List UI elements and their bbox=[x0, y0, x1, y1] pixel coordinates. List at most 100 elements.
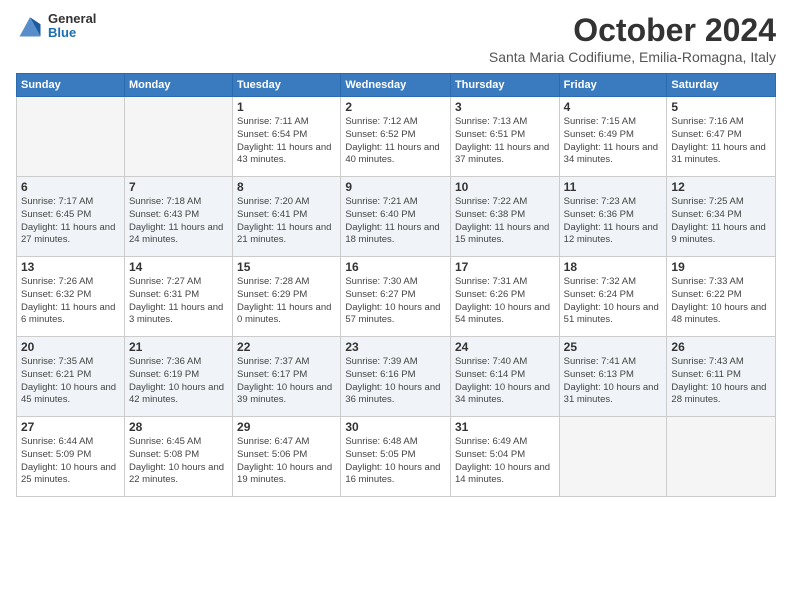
day-number: 28 bbox=[129, 420, 228, 434]
table-row: 3 Sunrise: 7:13 AMSunset: 6:51 PMDaylight… bbox=[450, 97, 559, 177]
day-info: Sunrise: 6:47 AMSunset: 5:06 PMDaylight:… bbox=[237, 436, 336, 487]
table-row bbox=[559, 417, 667, 497]
day-number: 26 bbox=[671, 340, 771, 354]
day-number: 31 bbox=[455, 420, 555, 434]
table-row: 17Sunrise: 7:31 AMSunset: 6:26 PMDayligh… bbox=[450, 257, 559, 337]
day-number: 29 bbox=[237, 420, 336, 434]
day-number: 5 bbox=[671, 100, 771, 114]
day-number: 23 bbox=[345, 340, 446, 354]
col-thursday: Thursday bbox=[450, 74, 559, 97]
day-number: 10 bbox=[455, 180, 555, 194]
table-row: 2 Sunrise: 7:12 AMSunset: 6:52 PMDaylight… bbox=[341, 97, 451, 177]
table-row: 30 Sunrise: 6:48 AMSunset: 5:05 PMDayligh… bbox=[341, 417, 451, 497]
calendar-header-row: Sunday Monday Tuesday Wednesday Thursday… bbox=[17, 74, 776, 97]
col-friday: Friday bbox=[559, 74, 667, 97]
logo-line2: Blue bbox=[48, 26, 96, 40]
day-number: 6 bbox=[21, 180, 120, 194]
day-info: Sunrise: 7:18 AMSunset: 6:43 PMDaylight:… bbox=[129, 196, 228, 247]
table-row: 18Sunrise: 7:32 AMSunset: 6:24 PMDayligh… bbox=[559, 257, 667, 337]
logo-line1: General bbox=[48, 12, 96, 26]
day-number: 20 bbox=[21, 340, 120, 354]
title-block: October 2024 Santa Maria Codifiume, Emil… bbox=[489, 12, 776, 65]
day-number: 21 bbox=[129, 340, 228, 354]
day-number: 16 bbox=[345, 260, 446, 274]
day-info: Sunrise: 7:23 AMSunset: 6:36 PMDaylight:… bbox=[564, 196, 663, 247]
day-number: 27 bbox=[21, 420, 120, 434]
day-number: 15 bbox=[237, 260, 336, 274]
day-info: Sunrise: 6:45 AMSunset: 5:08 PMDaylight:… bbox=[129, 436, 228, 487]
col-monday: Monday bbox=[124, 74, 232, 97]
day-info: Sunrise: 7:16 AMSunset: 6:47 PMDaylight:… bbox=[671, 116, 771, 167]
day-info: Sunrise: 7:30 AMSunset: 6:27 PMDaylight:… bbox=[345, 276, 446, 327]
day-info: Sunrise: 7:36 AMSunset: 6:19 PMDaylight:… bbox=[129, 356, 228, 407]
day-info: Sunrise: 7:22 AMSunset: 6:38 PMDaylight:… bbox=[455, 196, 555, 247]
calendar-row: 6 Sunrise: 7:17 AMSunset: 6:45 PMDaylight… bbox=[17, 177, 776, 257]
day-number: 25 bbox=[564, 340, 663, 354]
table-row bbox=[17, 97, 125, 177]
day-number: 24 bbox=[455, 340, 555, 354]
day-info: Sunrise: 7:39 AMSunset: 6:16 PMDaylight:… bbox=[345, 356, 446, 407]
day-number: 9 bbox=[345, 180, 446, 194]
table-row: 6 Sunrise: 7:17 AMSunset: 6:45 PMDaylight… bbox=[17, 177, 125, 257]
day-info: Sunrise: 7:20 AMSunset: 6:41 PMDaylight:… bbox=[237, 196, 336, 247]
day-info: Sunrise: 7:17 AMSunset: 6:45 PMDaylight:… bbox=[21, 196, 120, 247]
day-number: 17 bbox=[455, 260, 555, 274]
table-row: 4 Sunrise: 7:15 AMSunset: 6:49 PMDaylight… bbox=[559, 97, 667, 177]
table-row: 29 Sunrise: 6:47 AMSunset: 5:06 PMDayligh… bbox=[233, 417, 341, 497]
day-info: Sunrise: 7:15 AMSunset: 6:49 PMDaylight:… bbox=[564, 116, 663, 167]
table-row bbox=[124, 97, 232, 177]
day-info: Sunrise: 7:25 AMSunset: 6:34 PMDaylight:… bbox=[671, 196, 771, 247]
day-info: Sunrise: 7:41 AMSunset: 6:13 PMDaylight:… bbox=[564, 356, 663, 407]
day-info: Sunrise: 6:49 AMSunset: 5:04 PMDaylight:… bbox=[455, 436, 555, 487]
day-number: 4 bbox=[564, 100, 663, 114]
table-row: 12 Sunrise: 7:25 AMSunset: 6:34 PMDayligh… bbox=[667, 177, 776, 257]
table-row: 20Sunrise: 7:35 AMSunset: 6:21 PMDayligh… bbox=[17, 337, 125, 417]
day-number: 1 bbox=[237, 100, 336, 114]
table-row: 11Sunrise: 7:23 AMSunset: 6:36 PMDayligh… bbox=[559, 177, 667, 257]
calendar-table: Sunday Monday Tuesday Wednesday Thursday… bbox=[16, 73, 776, 497]
logo: General Blue bbox=[16, 12, 96, 41]
table-row: 9Sunrise: 7:21 AMSunset: 6:40 PMDaylight… bbox=[341, 177, 451, 257]
day-number: 8 bbox=[237, 180, 336, 194]
table-row: 19 Sunrise: 7:33 AMSunset: 6:22 PMDayligh… bbox=[667, 257, 776, 337]
calendar-row: 20Sunrise: 7:35 AMSunset: 6:21 PMDayligh… bbox=[17, 337, 776, 417]
day-info: Sunrise: 7:28 AMSunset: 6:29 PMDaylight:… bbox=[237, 276, 336, 327]
col-wednesday: Wednesday bbox=[341, 74, 451, 97]
logo-icon bbox=[16, 12, 44, 40]
table-row: 13Sunrise: 7:26 AMSunset: 6:32 PMDayligh… bbox=[17, 257, 125, 337]
day-number: 14 bbox=[129, 260, 228, 274]
table-row: 8 Sunrise: 7:20 AMSunset: 6:41 PMDaylight… bbox=[233, 177, 341, 257]
day-number: 13 bbox=[21, 260, 120, 274]
table-row: 24 Sunrise: 7:40 AMSunset: 6:14 PMDayligh… bbox=[450, 337, 559, 417]
day-number: 22 bbox=[237, 340, 336, 354]
day-info: Sunrise: 7:11 AMSunset: 6:54 PMDaylight:… bbox=[237, 116, 336, 167]
day-info: Sunrise: 7:12 AMSunset: 6:52 PMDaylight:… bbox=[345, 116, 446, 167]
table-row: 27Sunrise: 6:44 AMSunset: 5:09 PMDayligh… bbox=[17, 417, 125, 497]
table-row: 7 Sunrise: 7:18 AMSunset: 6:43 PMDaylight… bbox=[124, 177, 232, 257]
calendar-row: 27Sunrise: 6:44 AMSunset: 5:09 PMDayligh… bbox=[17, 417, 776, 497]
day-number: 12 bbox=[671, 180, 771, 194]
col-tuesday: Tuesday bbox=[233, 74, 341, 97]
day-info: Sunrise: 7:13 AMSunset: 6:51 PMDaylight:… bbox=[455, 116, 555, 167]
table-row: 5 Sunrise: 7:16 AMSunset: 6:47 PMDaylight… bbox=[667, 97, 776, 177]
table-row: 14 Sunrise: 7:27 AMSunset: 6:31 PMDayligh… bbox=[124, 257, 232, 337]
day-number: 3 bbox=[455, 100, 555, 114]
day-info: Sunrise: 6:48 AMSunset: 5:05 PMDaylight:… bbox=[345, 436, 446, 487]
table-row: 26 Sunrise: 7:43 AMSunset: 6:11 PMDayligh… bbox=[667, 337, 776, 417]
table-row: 1 Sunrise: 7:11 AMSunset: 6:54 PMDaylight… bbox=[233, 97, 341, 177]
month-title: October 2024 bbox=[489, 12, 776, 49]
day-number: 2 bbox=[345, 100, 446, 114]
day-info: Sunrise: 7:43 AMSunset: 6:11 PMDaylight:… bbox=[671, 356, 771, 407]
header: General Blue October 2024 Santa Maria Co… bbox=[16, 12, 776, 65]
table-row: 23 Sunrise: 7:39 AMSunset: 6:16 PMDayligh… bbox=[341, 337, 451, 417]
day-info: Sunrise: 7:40 AMSunset: 6:14 PMDaylight:… bbox=[455, 356, 555, 407]
table-row: 28 Sunrise: 6:45 AMSunset: 5:08 PMDayligh… bbox=[124, 417, 232, 497]
day-info: Sunrise: 7:33 AMSunset: 6:22 PMDaylight:… bbox=[671, 276, 771, 327]
calendar-row: 13Sunrise: 7:26 AMSunset: 6:32 PMDayligh… bbox=[17, 257, 776, 337]
day-info: Sunrise: 7:27 AMSunset: 6:31 PMDaylight:… bbox=[129, 276, 228, 327]
day-number: 7 bbox=[129, 180, 228, 194]
day-number: 19 bbox=[671, 260, 771, 274]
day-number: 30 bbox=[345, 420, 446, 434]
table-row: 31 Sunrise: 6:49 AMSunset: 5:04 PMDayligh… bbox=[450, 417, 559, 497]
table-row: 10 Sunrise: 7:22 AMSunset: 6:38 PMDayligh… bbox=[450, 177, 559, 257]
